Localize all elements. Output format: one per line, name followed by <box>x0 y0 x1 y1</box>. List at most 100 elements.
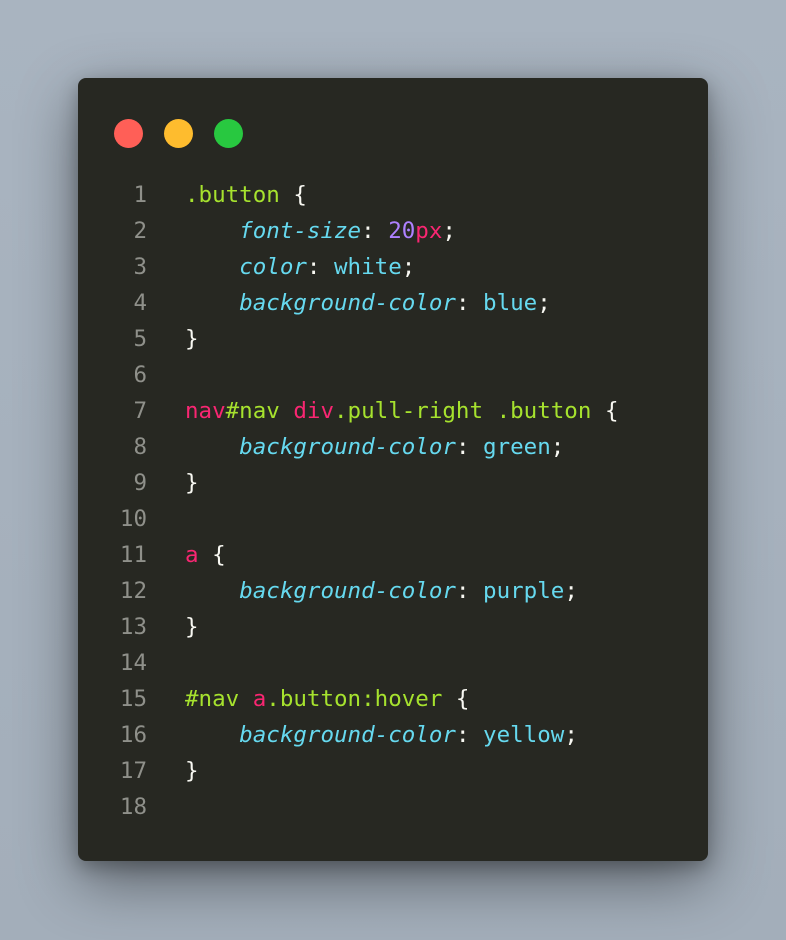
line-number: 4 <box>133 290 147 316</box>
line-source: color: white; <box>185 249 415 285</box>
code-token: } <box>185 758 199 784</box>
code-token: div <box>293 398 335 424</box>
code-token: #nav <box>185 686 240 712</box>
close-dot-icon[interactable] <box>114 119 143 148</box>
line-number: 7 <box>133 398 147 424</box>
code-token: ; <box>537 290 551 316</box>
code-line: 8 background-color: green; <box>78 429 708 465</box>
line-number: 15 <box>119 686 147 712</box>
code-token: #nav <box>225 398 280 424</box>
code-line: 2 font-size: 20px; <box>78 213 708 249</box>
line-source: background-color: blue; <box>185 285 551 321</box>
line-source: background-color: yellow; <box>185 717 578 753</box>
code-token: } <box>185 470 199 496</box>
code-line: 6 <box>78 357 708 393</box>
code-line: 14 <box>78 645 708 681</box>
code-token: background-color <box>239 578 456 604</box>
code-token: blue <box>483 290 538 316</box>
code-token: ; <box>550 434 565 460</box>
code-token: background-color <box>239 434 456 460</box>
line-number: 9 <box>133 470 147 496</box>
code-token: .button <box>185 182 280 208</box>
line-source: nav#nav div.pull-right .button { <box>185 393 619 429</box>
code-token: } <box>185 614 199 640</box>
line-source: } <box>185 321 199 357</box>
line-number: 14 <box>119 650 147 676</box>
line-number: 8 <box>133 434 147 460</box>
line-number: 13 <box>119 614 147 640</box>
code-token: background-color <box>239 722 456 748</box>
code-token: px <box>415 218 443 244</box>
code-token: white <box>334 254 402 280</box>
line-source: a { <box>185 537 226 573</box>
code-token: nav <box>185 398 226 424</box>
line-source: } <box>185 465 199 501</box>
code-line: 16 background-color: yellow; <box>78 717 708 753</box>
line-source: background-color: purple; <box>185 573 578 609</box>
code-line: 5} <box>78 321 708 357</box>
code-token: : <box>306 254 335 280</box>
code-token: : <box>455 290 484 316</box>
line-source: background-color: green; <box>185 429 564 465</box>
code-line: 9} <box>78 465 708 501</box>
line-number: 11 <box>119 542 147 568</box>
code-token: .pull-right .button <box>334 398 592 424</box>
line-source: } <box>185 609 199 645</box>
code-token: { <box>591 398 619 424</box>
line-number: 17 <box>119 758 147 784</box>
line-number: 12 <box>119 578 147 604</box>
code-line: 3 color: white; <box>78 249 708 285</box>
code-token: ; <box>564 578 578 604</box>
code-block: 1 .button {2 font-size: 20px; 3 color: whi… <box>78 177 708 825</box>
code-window: 1 .button {2 font-size: 20px; 3 color: whi… <box>78 78 708 861</box>
code-token: background-color <box>239 290 456 316</box>
line-number: 10 <box>119 506 147 532</box>
line-source: .button { <box>185 177 307 213</box>
code-line: 15 #nav a.button:hover { <box>78 681 708 717</box>
code-token: { <box>198 542 226 568</box>
code-line: 10 <box>78 501 708 537</box>
minimize-dot-icon[interactable] <box>164 119 193 148</box>
code-token: } <box>185 326 199 352</box>
line-number: 1 <box>133 182 147 208</box>
code-token: a <box>185 542 199 568</box>
code-token: a <box>252 686 267 712</box>
code-line: 1 .button { <box>78 177 708 213</box>
code-token: ; <box>564 722 578 748</box>
code-token: { <box>279 182 307 208</box>
code-token: color <box>239 254 307 280</box>
line-number: 16 <box>119 722 147 748</box>
code-token: : <box>455 434 484 460</box>
code-token: : <box>361 218 389 244</box>
line-number: 18 <box>119 794 147 820</box>
code-token: { <box>442 686 470 712</box>
code-token: .button:hover <box>266 686 443 712</box>
code-line: 11 a { <box>78 537 708 573</box>
code-line: 18 <box>78 789 708 825</box>
line-number: 3 <box>133 254 147 280</box>
code-line: 17} <box>78 753 708 789</box>
code-line: 13} <box>78 609 708 645</box>
code-line: 4 background-color: blue; <box>78 285 708 321</box>
line-source: #nav a.button:hover { <box>185 681 469 717</box>
line-source: font-size: 20px; <box>185 213 456 249</box>
code-token: : <box>455 578 484 604</box>
code-line: 7 nav#nav div.pull-right .button { <box>78 393 708 429</box>
line-source: } <box>185 753 199 789</box>
code-line: 12 background-color: purple; <box>78 573 708 609</box>
line-number: 5 <box>133 326 147 352</box>
code-token: purple <box>483 578 565 604</box>
maximize-dot-icon[interactable] <box>214 119 243 148</box>
line-number: 2 <box>133 218 147 244</box>
code-token: ; <box>442 218 456 244</box>
code-token: ; <box>401 254 416 280</box>
code-token: 20 <box>388 218 416 244</box>
